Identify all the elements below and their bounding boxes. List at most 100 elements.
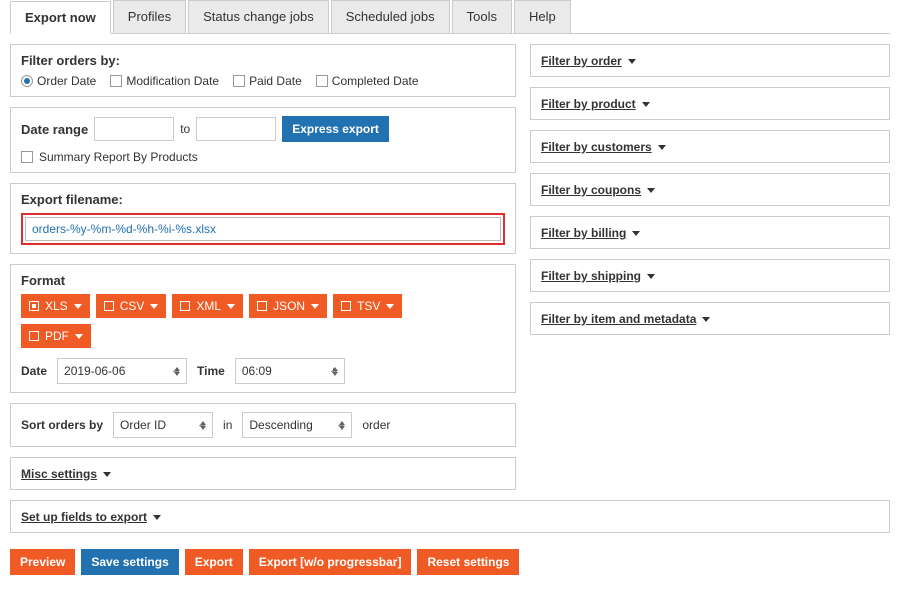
chevron-down-icon bbox=[632, 231, 640, 236]
tab-export-now[interactable]: Export now bbox=[10, 1, 111, 34]
filter-by-item-metadata-accordion[interactable]: Filter by item and metadata bbox=[530, 302, 890, 335]
sort-panel: Sort orders by Order ID in Descending or… bbox=[10, 403, 516, 447]
chevron-down-icon bbox=[642, 102, 650, 107]
chevron-down-icon bbox=[386, 304, 394, 309]
radio-order-date[interactable]: Order Date bbox=[21, 74, 96, 88]
checkbox-icon bbox=[316, 75, 328, 87]
acc-label: Misc settings bbox=[21, 467, 97, 481]
chevron-down-icon bbox=[74, 304, 82, 309]
radio-label: Paid Date bbox=[249, 74, 302, 88]
format-label: JSON bbox=[273, 299, 305, 313]
filename-input[interactable] bbox=[25, 217, 501, 241]
format-label: TSV bbox=[357, 299, 380, 313]
in-label: in bbox=[223, 418, 232, 432]
acc-label: Filter by shipping bbox=[541, 269, 641, 283]
radio-icon bbox=[180, 301, 190, 311]
radio-completed-date[interactable]: Completed Date bbox=[316, 74, 419, 88]
radio-icon bbox=[257, 301, 267, 311]
chevron-down-icon bbox=[311, 304, 319, 309]
tab-tools[interactable]: Tools bbox=[452, 0, 512, 33]
radio-label: Modification Date bbox=[126, 74, 219, 88]
tab-status-change-jobs[interactable]: Status change jobs bbox=[188, 0, 329, 33]
chevron-down-icon bbox=[103, 472, 111, 477]
filename-highlight bbox=[21, 213, 505, 245]
radio-icon bbox=[104, 301, 114, 311]
export-filename-heading: Export filename: bbox=[21, 192, 505, 207]
time-select[interactable]: 06:09 bbox=[235, 358, 345, 384]
radio-icon bbox=[21, 75, 33, 87]
filter-orders-heading: Filter orders by: bbox=[21, 53, 505, 68]
format-heading: Format bbox=[21, 273, 505, 288]
format-tsv-button[interactable]: TSV bbox=[333, 294, 402, 318]
chevron-down-icon bbox=[150, 304, 158, 309]
date-select[interactable]: 2019-06-06 bbox=[57, 358, 187, 384]
date-range-label: Date range bbox=[21, 122, 88, 137]
filter-by-coupons-accordion[interactable]: Filter by coupons bbox=[530, 173, 890, 206]
acc-label: Filter by customers bbox=[541, 140, 652, 154]
summary-report-label: Summary Report By Products bbox=[39, 150, 198, 164]
filter-by-product-accordion[interactable]: Filter by product bbox=[530, 87, 890, 120]
radio-icon bbox=[29, 331, 39, 341]
filter-by-order-accordion[interactable]: Filter by order bbox=[530, 44, 890, 77]
select-stepper-icon bbox=[332, 367, 338, 376]
export-wo-progressbar-button[interactable]: Export [w/o progressbar] bbox=[249, 549, 412, 575]
to-label: to bbox=[180, 122, 190, 136]
chevron-down-icon bbox=[658, 145, 666, 150]
acc-label: Filter by billing bbox=[541, 226, 626, 240]
radio-icon bbox=[29, 301, 39, 311]
export-filename-panel: Export filename: bbox=[10, 183, 516, 254]
acc-label: Filter by product bbox=[541, 97, 636, 111]
preview-button[interactable]: Preview bbox=[10, 549, 75, 575]
date-to-input[interactable] bbox=[196, 117, 276, 141]
date-label: Date bbox=[21, 364, 47, 378]
chevron-down-icon bbox=[153, 515, 161, 520]
tab-help[interactable]: Help bbox=[514, 0, 571, 33]
format-label: XLS bbox=[45, 299, 68, 313]
format-xml-button[interactable]: XML bbox=[172, 294, 243, 318]
tab-scheduled-jobs[interactable]: Scheduled jobs bbox=[331, 0, 450, 33]
radio-label: Order Date bbox=[37, 74, 96, 88]
filter-by-customers-accordion[interactable]: Filter by customers bbox=[530, 130, 890, 163]
format-pdf-button[interactable]: PDF bbox=[21, 324, 91, 348]
radio-label: Completed Date bbox=[332, 74, 419, 88]
export-button[interactable]: Export bbox=[185, 549, 243, 575]
tab-bar: Export now Profiles Status change jobs S… bbox=[10, 0, 890, 34]
misc-settings-accordion[interactable]: Misc settings bbox=[10, 457, 516, 490]
format-csv-button[interactable]: CSV bbox=[96, 294, 167, 318]
tab-profiles[interactable]: Profiles bbox=[113, 0, 186, 33]
footer-actions: Preview Save settings Export Export [w/o… bbox=[10, 549, 890, 575]
format-xls-button[interactable]: XLS bbox=[21, 294, 90, 318]
select-stepper-icon bbox=[339, 421, 345, 430]
format-label: PDF bbox=[45, 329, 69, 343]
format-label: CSV bbox=[120, 299, 145, 313]
order-label: order bbox=[362, 418, 390, 432]
reset-settings-button[interactable]: Reset settings bbox=[417, 549, 519, 575]
checkbox-icon bbox=[233, 75, 245, 87]
setup-fields-accordion[interactable]: Set up fields to export bbox=[10, 500, 890, 533]
acc-label: Filter by coupons bbox=[541, 183, 641, 197]
filter-by-billing-accordion[interactable]: Filter by billing bbox=[530, 216, 890, 249]
date-range-panel: Date range to Express export Summary Rep… bbox=[10, 107, 516, 173]
sort-field-select[interactable]: Order ID bbox=[113, 412, 213, 438]
acc-label: Set up fields to export bbox=[21, 510, 147, 524]
time-label: Time bbox=[197, 364, 225, 378]
date-from-input[interactable] bbox=[94, 117, 174, 141]
chevron-down-icon bbox=[75, 334, 83, 339]
chevron-down-icon bbox=[647, 188, 655, 193]
save-settings-button[interactable]: Save settings bbox=[81, 549, 178, 575]
radio-icon bbox=[341, 301, 351, 311]
checkbox-icon bbox=[110, 75, 122, 87]
format-json-button[interactable]: JSON bbox=[249, 294, 327, 318]
sort-field-value: Order ID bbox=[120, 418, 166, 432]
checkbox-icon[interactable] bbox=[21, 151, 33, 163]
sort-label: Sort orders by bbox=[21, 418, 103, 432]
sort-direction-select[interactable]: Descending bbox=[242, 412, 352, 438]
chevron-down-icon bbox=[628, 59, 636, 64]
radio-modification-date[interactable]: Modification Date bbox=[110, 74, 219, 88]
format-label: XML bbox=[196, 299, 221, 313]
acc-label: Filter by order bbox=[541, 54, 622, 68]
express-export-button[interactable]: Express export bbox=[282, 116, 389, 142]
filter-by-shipping-accordion[interactable]: Filter by shipping bbox=[530, 259, 890, 292]
sort-direction-value: Descending bbox=[249, 418, 312, 432]
radio-paid-date[interactable]: Paid Date bbox=[233, 74, 302, 88]
